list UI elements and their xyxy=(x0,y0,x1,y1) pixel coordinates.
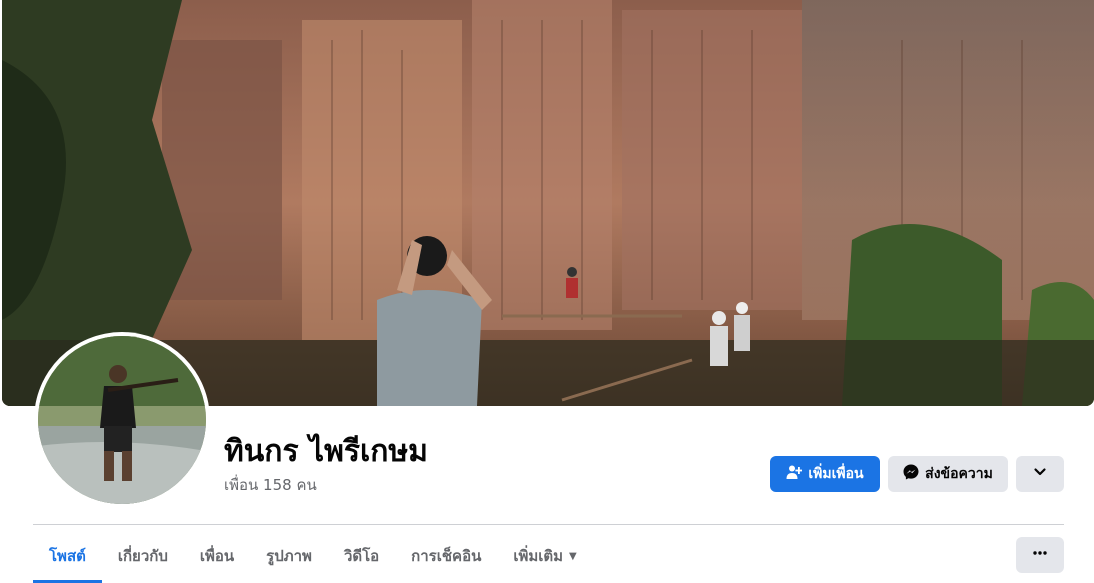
header-divider xyxy=(33,524,1064,525)
avatar[interactable] xyxy=(38,336,206,504)
tab-label: การเช็คอิน xyxy=(411,547,482,565)
message-label: ส่งข้อความ xyxy=(925,466,993,482)
tab-label: รูปภาพ xyxy=(266,547,312,565)
tab-more[interactable]: เพิ่มเติม ▼ xyxy=(497,532,592,583)
tab-label: เพิ่มเติม xyxy=(513,547,564,565)
add-friend-label: เพิ่มเพื่อน xyxy=(808,466,864,482)
more-options-button[interactable] xyxy=(1016,537,1064,573)
profile-tabs: โพสต์ เกี่ยวกับ เพื่อน รูปภาพ วิดีโอ การ… xyxy=(33,532,593,583)
more-dots-icon xyxy=(1032,545,1048,565)
tab-checkins[interactable]: การเช็คอิน xyxy=(395,532,497,583)
tab-about[interactable]: เกี่ยวกับ xyxy=(102,532,184,583)
chevron-down-icon xyxy=(1033,465,1047,483)
profile-name: ทินกร ไพรีเกษม xyxy=(224,434,428,469)
person-add-icon xyxy=(786,464,803,484)
caret-down-icon: ▼ xyxy=(569,550,577,562)
friend-count[interactable]: เพื่อน 158 คน xyxy=(224,473,317,497)
profile-options-button[interactable] xyxy=(1016,456,1064,492)
tab-posts[interactable]: โพสต์ xyxy=(33,532,102,583)
tab-label: เพื่อน xyxy=(199,547,235,565)
tab-friends[interactable]: เพื่อน xyxy=(184,532,250,583)
tab-label: วิดีโอ xyxy=(343,547,380,565)
messenger-icon xyxy=(903,464,919,484)
message-button[interactable]: ส่งข้อความ xyxy=(888,456,1008,492)
tab-videos[interactable]: วิดีโอ xyxy=(328,532,395,583)
tab-label: เกี่ยวกับ xyxy=(117,547,168,565)
tab-photos[interactable]: รูปภาพ xyxy=(250,532,328,583)
add-friend-button[interactable]: เพิ่มเพื่อน xyxy=(770,456,880,492)
tab-label: โพสต์ xyxy=(49,547,86,565)
